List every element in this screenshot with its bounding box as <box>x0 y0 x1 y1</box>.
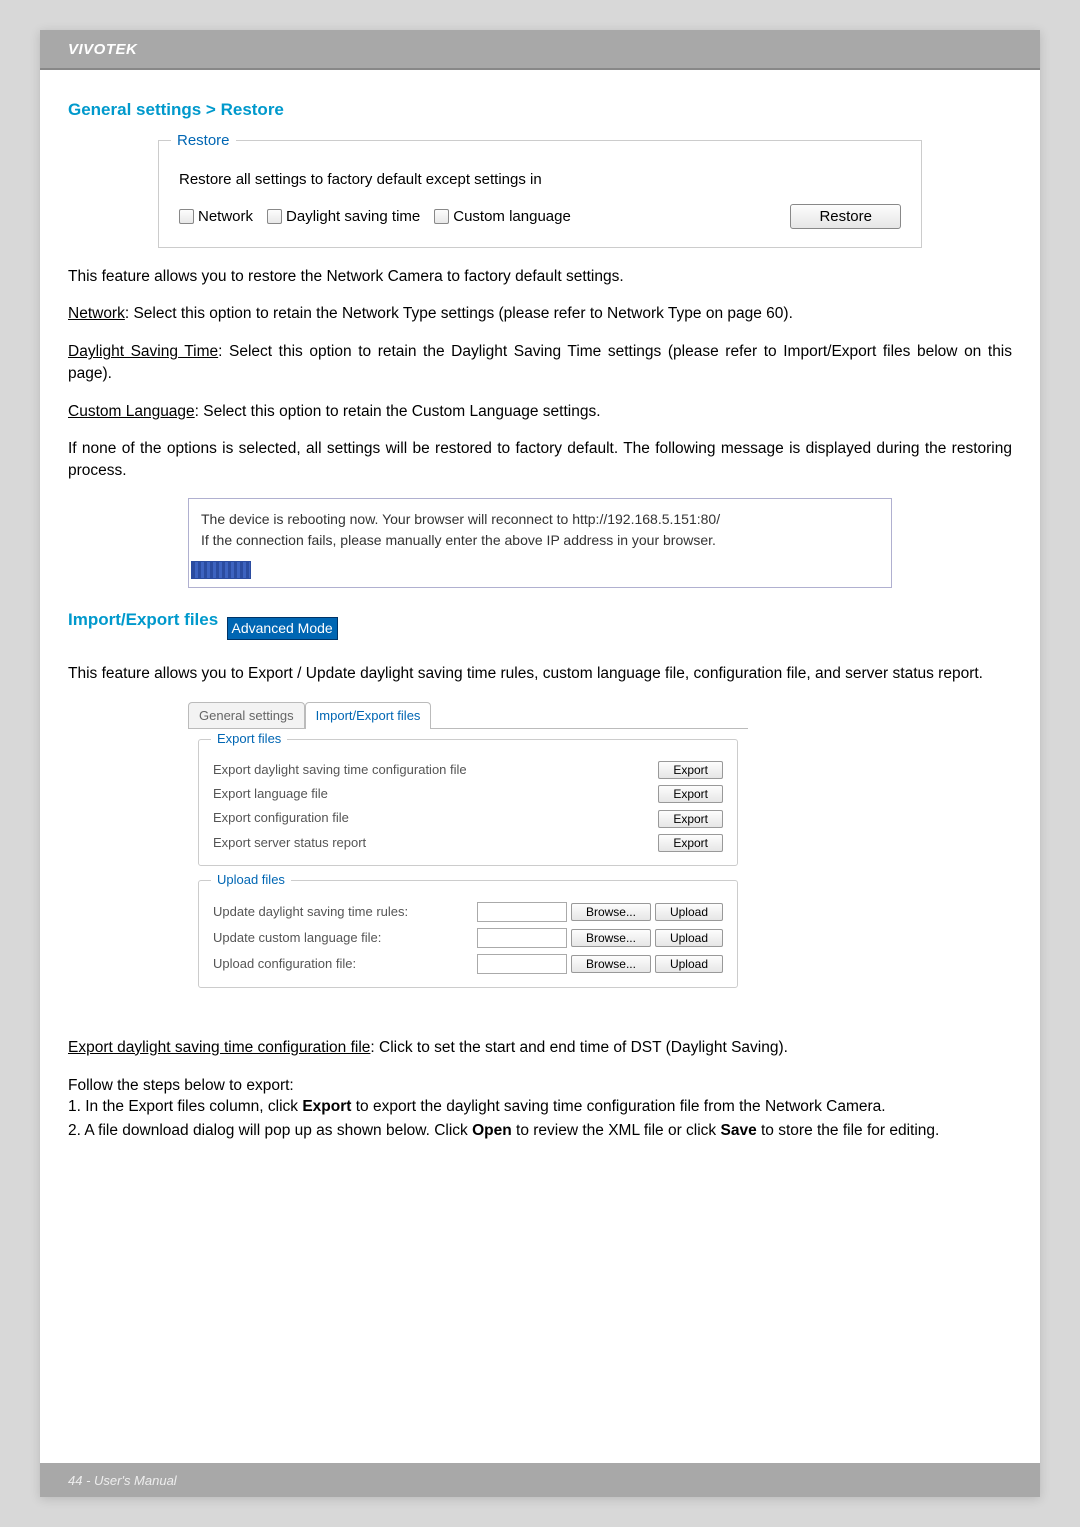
browse-btn-lang[interactable]: Browse... <box>571 929 651 947</box>
checkbox-dst[interactable]: Daylight saving time <box>267 206 420 227</box>
restore-description: Restore all settings to factory default … <box>179 169 901 190</box>
para-iex: This feature allows you to Export / Upda… <box>68 663 1012 685</box>
upload-btn-lang[interactable]: Upload <box>655 929 723 947</box>
export-files-fieldset: Export files Export daylight saving time… <box>198 739 738 866</box>
browse-btn-config[interactable]: Browse... <box>571 955 651 973</box>
checkbox-customlang[interactable]: Custom language <box>434 206 571 227</box>
upload-btn-config[interactable]: Upload <box>655 955 723 973</box>
chk-dst[interactable] <box>267 209 282 224</box>
upload-files-legend: Upload files <box>211 871 291 889</box>
export-row-lang: Export language file <box>213 785 658 803</box>
footer-text: 44 - User's Manual <box>68 1473 177 1488</box>
tab-import-export[interactable]: Import/Export files <box>305 702 432 729</box>
export-btn-config[interactable]: Export <box>658 810 723 828</box>
section-title-restore: General settings > Restore <box>68 98 1012 122</box>
para-export-dst: Export daylight saving time configuratio… <box>68 1037 1012 1059</box>
para-intro: This feature allows you to restore the N… <box>68 266 1012 288</box>
reboot-text: The device is rebooting now. Your browse… <box>189 499 891 557</box>
chk-customlang[interactable] <box>434 209 449 224</box>
file-input-config[interactable] <box>477 954 567 974</box>
reboot-message-box: The device is rebooting now. Your browse… <box>188 498 892 588</box>
page-footer: 44 - User's Manual <box>40 1463 1040 1497</box>
para-none: If none of the options is selected, all … <box>68 438 1012 481</box>
header-band: VIVOTEK <box>40 30 1040 70</box>
file-input-lang[interactable] <box>477 928 567 948</box>
import-export-panel: General settings Import/Export files Exp… <box>188 701 748 1017</box>
para-customlang: Custom Language: Select this option to r… <box>68 401 1012 423</box>
export-steps: 1. In the Export files column, click Exp… <box>68 1096 1012 1141</box>
upload-btn-dst[interactable]: Upload <box>655 903 723 921</box>
upload-row-dst: Update daylight saving time rules: <box>213 903 477 921</box>
steps-intro: Follow the steps below to export: <box>68 1075 1012 1097</box>
restore-fieldset: Restore Restore all settings to factory … <box>158 140 922 248</box>
upload-files-fieldset: Upload files Update daylight saving time… <box>198 880 738 988</box>
checkbox-network[interactable]: Network <box>179 206 253 227</box>
advanced-mode-badge: Advanced Mode <box>227 617 338 641</box>
restore-button[interactable]: Restore <box>790 204 901 229</box>
brand-logo: VIVOTEK <box>68 41 137 58</box>
export-btn-status[interactable]: Export <box>658 834 723 852</box>
upload-row-config: Upload configuration file: <box>213 955 477 973</box>
export-files-legend: Export files <box>211 730 287 748</box>
para-network: Network: Select this option to retain th… <box>68 303 1012 325</box>
export-row-status: Export server status report <box>213 834 658 852</box>
progress-bar <box>191 561 251 579</box>
section-title-importexport: Import/Export files <box>68 608 218 632</box>
browse-btn-dst[interactable]: Browse... <box>571 903 651 921</box>
restore-legend: Restore <box>171 130 236 151</box>
para-dst: Daylight Saving Time: Select this option… <box>68 341 1012 384</box>
tab-general-settings[interactable]: General settings <box>188 702 305 729</box>
upload-row-lang: Update custom language file: <box>213 929 477 947</box>
file-input-dst[interactable] <box>477 902 567 922</box>
step-2: 2. A file download dialog will pop up as… <box>68 1120 1012 1142</box>
export-row-config: Export configuration file <box>213 809 658 827</box>
step-1: 1. In the Export files column, click Exp… <box>68 1096 1012 1118</box>
page-content: General settings > Restore Restore Resto… <box>40 70 1040 1142</box>
export-btn-dst[interactable]: Export <box>658 761 723 779</box>
chk-network[interactable] <box>179 209 194 224</box>
export-row-dst: Export daylight saving time configuratio… <box>213 761 658 779</box>
export-btn-lang[interactable]: Export <box>658 785 723 803</box>
